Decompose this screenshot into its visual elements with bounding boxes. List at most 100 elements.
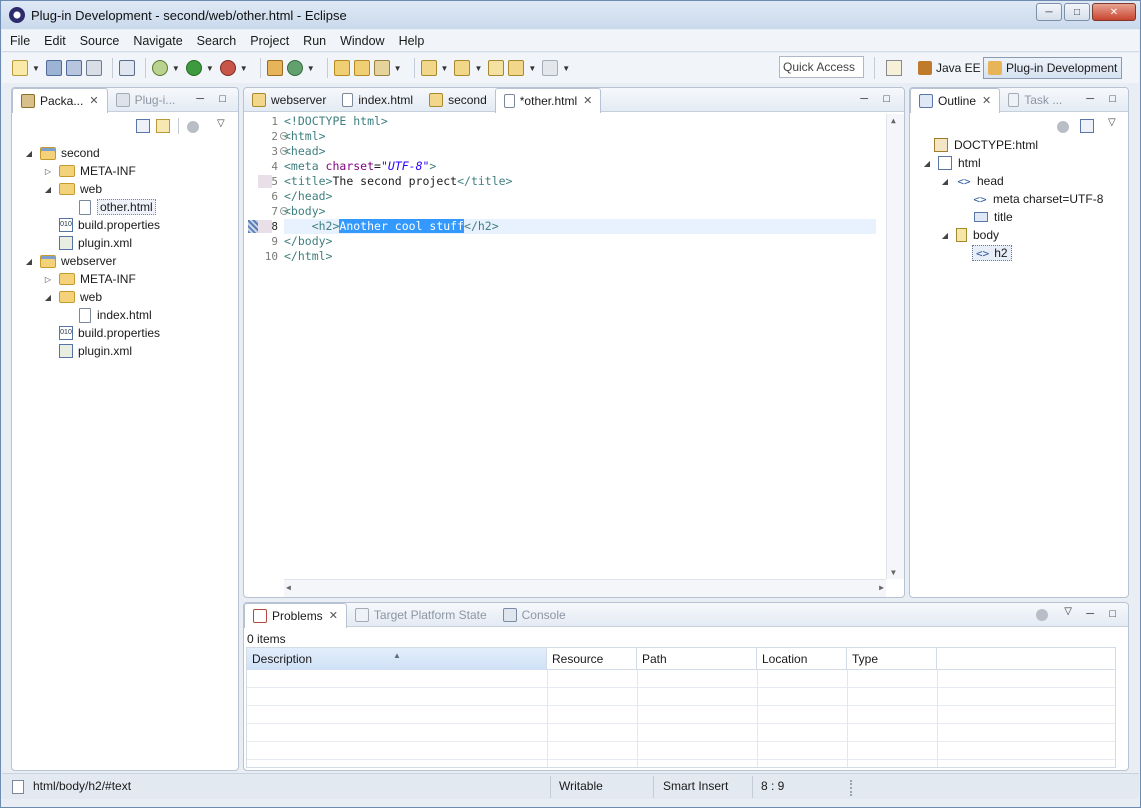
code-line[interactable]: <head> [284,144,876,159]
column-type[interactable]: Type [847,648,937,670]
vertical-scrollbar[interactable]: ▲ ▼ [886,114,904,579]
skip-breakpoints-icon[interactable] [118,60,135,76]
maximize-icon[interactable]: □ [1109,93,1116,105]
next-annotation-icon[interactable] [420,60,437,76]
tab-other-html[interactable]: *other.html ✕ [494,87,602,113]
tree-item-plugin-xml[interactable]: plugin.xml [59,234,132,252]
menu-navigate[interactable]: Navigate [133,34,182,48]
outline-item-meta[interactable]: <> meta charset=UTF-8 [972,190,1103,208]
debug-dropdown-icon[interactable]: ▼ [172,64,180,73]
search-dropdown-icon[interactable]: ▼ [394,64,402,73]
tree-item-build-properties[interactable]: 010 build.properties [59,216,160,234]
close-icon[interactable]: ✕ [329,609,338,622]
tab-plugins[interactable]: Plug-i... [108,88,184,112]
close-icon[interactable]: ✕ [982,94,991,107]
menu-search[interactable]: Search [197,34,237,48]
outline-item-title[interactable]: title [974,208,1013,226]
debug-icon[interactable] [151,60,168,76]
maximize-icon[interactable]: □ [219,93,226,105]
menu-window[interactable]: Window [340,34,384,48]
maximize-button[interactable]: □ [1064,3,1090,21]
tree-item-web[interactable]: ◢ web [43,288,102,306]
collapse-all-icon[interactable] [1080,119,1094,133]
code-editor[interactable]: 1 2 3 4 5 6 7 8 9 10 − − − <!DOCTYPE htm… [244,114,904,597]
tree-item-web[interactable]: ◢ web [43,180,102,198]
problems-table[interactable]: ▲ Description Resource Path Location Typ… [246,647,1116,768]
maximize-icon[interactable]: □ [883,93,890,105]
code-line[interactable]: <h2>Another cool stuff</h2> [284,219,876,234]
code-line[interactable]: <!DOCTYPE html> [284,114,876,129]
expanded-icon[interactable]: ◢ [940,231,950,240]
tree-item-second[interactable]: ◢ second [24,144,100,162]
new-dropdown-icon[interactable]: ▼ [32,64,40,73]
quick-access-input[interactable]: Quick Access [779,56,864,78]
expanded-icon[interactable]: ◢ [43,293,53,302]
expanded-icon[interactable]: ◢ [24,257,34,266]
previous-annotation-icon[interactable] [454,60,471,76]
perspective-java-ee[interactable]: Java EE [914,57,985,79]
scroll-right-icon[interactable]: ▶ [879,583,884,592]
expanded-icon[interactable]: ◢ [922,159,932,168]
new-icon[interactable] [12,60,28,76]
view-menu-icon[interactable]: ▽ [1108,117,1116,128]
open-perspective-icon[interactable] [886,60,902,76]
scroll-left-icon[interactable]: ◀ [286,583,291,592]
minimize-icon[interactable]: ─ [860,93,868,105]
open-type-icon[interactable] [333,60,350,76]
outline-item-h2[interactable]: <> h2 [972,244,1012,262]
tab-task-list[interactable]: Task ... [1000,88,1070,112]
expanded-icon[interactable]: ◢ [24,149,34,158]
tab-problems[interactable]: Problems ✕ [244,602,347,628]
menu-file[interactable]: File [10,34,30,48]
save-icon[interactable] [45,60,62,76]
code-lines[interactable]: <!DOCTYPE html> <html> <head> <meta charset… [284,114,876,264]
tab-second[interactable]: second [421,88,495,112]
minimize-button[interactable]: ─ [1036,3,1062,21]
menu-edit[interactable]: Edit [44,34,66,48]
close-icon[interactable]: ✕ [89,94,98,107]
code-line[interactable]: <body> [284,204,876,219]
tree-item-meta-inf[interactable]: ▷ META-INF [43,162,136,180]
tab-target-platform-state[interactable]: Target Platform State [347,603,495,627]
back-icon[interactable] [508,60,525,76]
horizontal-scrollbar[interactable]: ◀ ▶ [284,579,886,597]
perspective-plugin-development[interactable]: Plug-in Development [983,57,1123,79]
external-tools-dropdown-icon[interactable]: ▼ [240,64,248,73]
tree-item-webserver[interactable]: ◢ webserver [24,252,116,270]
collapsed-icon[interactable]: ▷ [43,167,53,176]
menu-project[interactable]: Project [250,34,289,48]
outline-item-doctype[interactable]: DOCTYPE:html [934,136,1038,154]
tab-package-explorer[interactable]: Packa... ✕ [12,87,108,113]
external-tools-icon[interactable] [219,60,236,76]
focus-icon[interactable] [1036,609,1048,621]
column-location[interactable]: Location [757,648,847,670]
scroll-down-icon[interactable]: ▼ [891,568,896,577]
run-dropdown-icon[interactable]: ▼ [206,64,214,73]
collapsed-icon[interactable]: ▷ [43,275,53,284]
tree-item-plugin-xml[interactable]: plugin.xml [59,342,132,360]
minimize-icon[interactable]: ─ [1086,93,1094,105]
tab-index-html[interactable]: index.html [334,88,421,112]
code-line[interactable]: <html> [284,129,876,144]
tree-item-build-properties[interactable]: 010 build.properties [59,324,160,342]
column-path[interactable]: Path [637,648,757,670]
outline-item-body[interactable]: ◢ body [940,226,999,244]
maximize-icon[interactable]: □ [1109,608,1116,620]
focus-icon[interactable] [1057,121,1069,133]
outline-item-head[interactable]: ◢ <> head [940,172,1004,190]
forward-icon[interactable] [542,60,559,76]
close-button[interactable]: ✕ [1092,3,1136,21]
minimize-icon[interactable]: ─ [196,93,204,105]
minimize-icon[interactable]: ─ [1086,608,1094,620]
scroll-up-icon[interactable]: ▲ [891,116,896,125]
back-dropdown-icon[interactable]: ▼ [528,64,536,73]
code-line[interactable]: <title>The second project</title> [284,174,876,189]
code-line[interactable]: </head> [284,189,876,204]
code-line[interactable]: </html> [284,249,876,264]
print-icon[interactable] [85,60,102,76]
close-icon[interactable]: ✕ [583,94,592,107]
tab-webserver[interactable]: webserver [244,88,334,112]
previous-annotation-dropdown-icon[interactable]: ▼ [474,64,482,73]
search-icon[interactable] [373,60,390,76]
new-class-icon[interactable] [286,60,303,76]
